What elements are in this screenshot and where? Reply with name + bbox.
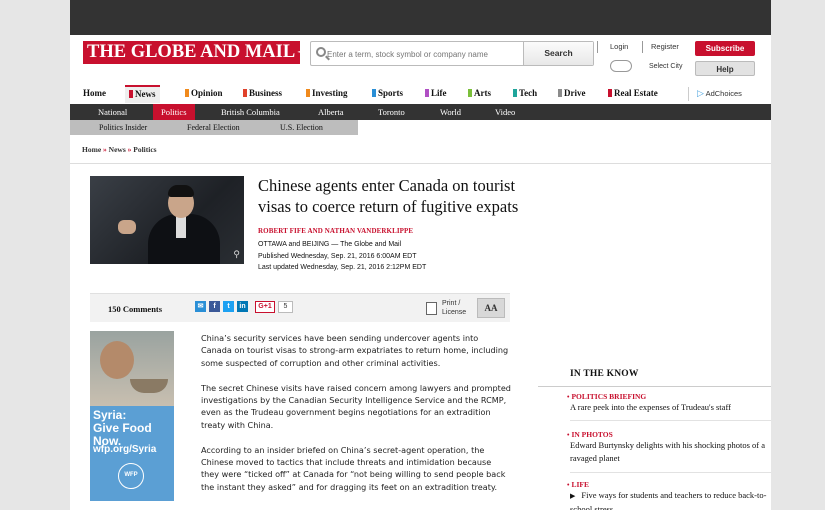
adchoices-link[interactable]: ▷ AdChoices xyxy=(697,85,742,102)
subnav-video[interactable]: Video xyxy=(487,104,523,120)
print-license-link[interactable]: Print / License xyxy=(442,299,466,317)
know-item-link[interactable]: A rare peek into the expenses of Trudeau… xyxy=(570,401,770,414)
in-the-know-title: IN THE KNOW xyxy=(570,369,639,379)
help-button[interactable]: Help xyxy=(695,61,755,76)
nav-sports[interactable]: Sports xyxy=(372,85,403,103)
select-city-link[interactable]: Select City xyxy=(649,63,682,70)
register-link[interactable]: Register xyxy=(651,42,679,51)
subnav-politics[interactable]: Politics xyxy=(153,104,195,120)
nav-investing[interactable]: Investing xyxy=(306,85,348,103)
breadcrumb-news[interactable]: News xyxy=(109,145,126,154)
article-paragraph: China’s security services have been send… xyxy=(201,333,509,368)
login-link[interactable]: Login xyxy=(610,42,628,51)
nav-business[interactable]: Business xyxy=(243,85,282,103)
facebook-icon[interactable]: f xyxy=(209,301,220,312)
know-item-link[interactable]: ▶ Five ways for students and teachers to … xyxy=(570,489,770,510)
section-nav: National Politics British Columbia Alber… xyxy=(70,104,771,120)
breadcrumb-home[interactable]: Home xyxy=(82,145,101,154)
share-count: 5 xyxy=(278,301,293,313)
print-icon[interactable] xyxy=(426,302,437,315)
share-bar: 150 Comments ✉ f t in G+1 5 Print / Licen… xyxy=(90,293,510,322)
breadcrumb-politics[interactable]: Politics xyxy=(133,145,156,154)
play-arrow-icon: ▶ xyxy=(570,492,576,500)
subnav-national[interactable]: National xyxy=(90,104,135,120)
nav-opinion[interactable]: Opinion xyxy=(185,85,223,103)
search-input[interactable] xyxy=(327,45,517,63)
nav-home[interactable]: Home xyxy=(83,85,106,103)
nav-arts[interactable]: Arts xyxy=(468,85,491,103)
subnav-federal-election[interactable]: Federal Election xyxy=(187,120,240,135)
nav-drive[interactable]: Drive xyxy=(558,85,586,103)
site-logo[interactable]: THE GLOBE AND MAIL ✦ xyxy=(83,41,309,64)
linkedin-icon[interactable]: in xyxy=(237,301,248,312)
know-category[interactable]: • IN PHOTOS xyxy=(567,430,613,439)
twitter-icon[interactable]: t xyxy=(223,301,234,312)
wfp-syria-ad[interactable]: Syria: Give Food Now. wfp.org/Syria WFP xyxy=(90,331,174,501)
zoom-icon[interactable]: ⚲ xyxy=(233,249,240,260)
maple-leaf-icon: ✦ xyxy=(297,46,309,61)
updated-date: Last updated Wednesday, Sep. 21, 2016 2:… xyxy=(258,264,427,271)
published-date: Published Wednesday, Sep. 21, 2016 6:00A… xyxy=(258,252,417,260)
article-byline[interactable]: ROBERT FIFE AND NATHAN VANDERKLIPPE xyxy=(258,227,413,235)
nav-life[interactable]: Life xyxy=(425,85,447,103)
subnav-politics-insider[interactable]: Politics Insider xyxy=(99,120,147,135)
page: THE GLOBE AND MAIL✦ Search Login Registe… xyxy=(70,35,771,510)
search-button[interactable]: Search xyxy=(523,42,593,65)
subnav-british-columbia[interactable]: British Columbia xyxy=(213,104,288,120)
account-area: Login Register Select City xyxy=(594,41,694,77)
article-body: China’s security services have been send… xyxy=(201,332,511,506)
subnav-toronto[interactable]: Toronto xyxy=(370,104,413,120)
nav-news[interactable]: News xyxy=(125,85,160,103)
article-paragraph: The secret Chinese visits have raised co… xyxy=(201,382,511,430)
article-meta: OTTAWA and BEIJING — The Globe and Mail … xyxy=(258,239,426,274)
comments-link[interactable]: 150 Comments xyxy=(108,304,162,314)
search-box: Search xyxy=(310,41,594,66)
article-paragraph: According to an insider briefed on China… xyxy=(201,444,506,492)
nav-tech[interactable]: Tech xyxy=(513,85,537,103)
politics-subnav: Politics Insider Federal Election U.S. E… xyxy=(70,120,358,135)
dateline: OTTAWA and BEIJING — The Globe and Mail xyxy=(258,241,402,248)
subnav-world[interactable]: World xyxy=(432,104,469,120)
search-icon xyxy=(316,47,326,57)
top-bar xyxy=(70,0,771,35)
know-category[interactable]: • LIFE xyxy=(567,480,589,489)
main-nav: Home News Opinion Business Investing Spo… xyxy=(70,85,771,103)
font-size-button[interactable]: AA xyxy=(477,298,505,318)
subnav-us-election[interactable]: U.S. Election xyxy=(280,120,323,135)
weather-cloud-icon[interactable] xyxy=(610,60,632,72)
article-headline: Chinese agents enter Canada on tourist v… xyxy=(258,176,519,216)
adchoices-icon: ▷ xyxy=(697,88,704,98)
wfp-logo-icon: WFP xyxy=(118,463,144,489)
email-share-icon[interactable]: ✉ xyxy=(195,301,206,312)
know-item-link[interactable]: Edward Burtynsky delights with his shock… xyxy=(570,439,770,465)
subscribe-button[interactable]: Subscribe xyxy=(695,41,755,56)
nav-real-estate[interactable]: Real Estate xyxy=(608,85,658,103)
google-plus-button[interactable]: G+1 xyxy=(255,301,275,313)
article-photo[interactable]: ⚲ xyxy=(90,176,244,264)
know-category[interactable]: • POLITICS BRIEFING xyxy=(567,392,646,401)
breadcrumb: Home » News » Politics xyxy=(82,145,157,154)
subnav-alberta[interactable]: Alberta xyxy=(310,104,352,120)
